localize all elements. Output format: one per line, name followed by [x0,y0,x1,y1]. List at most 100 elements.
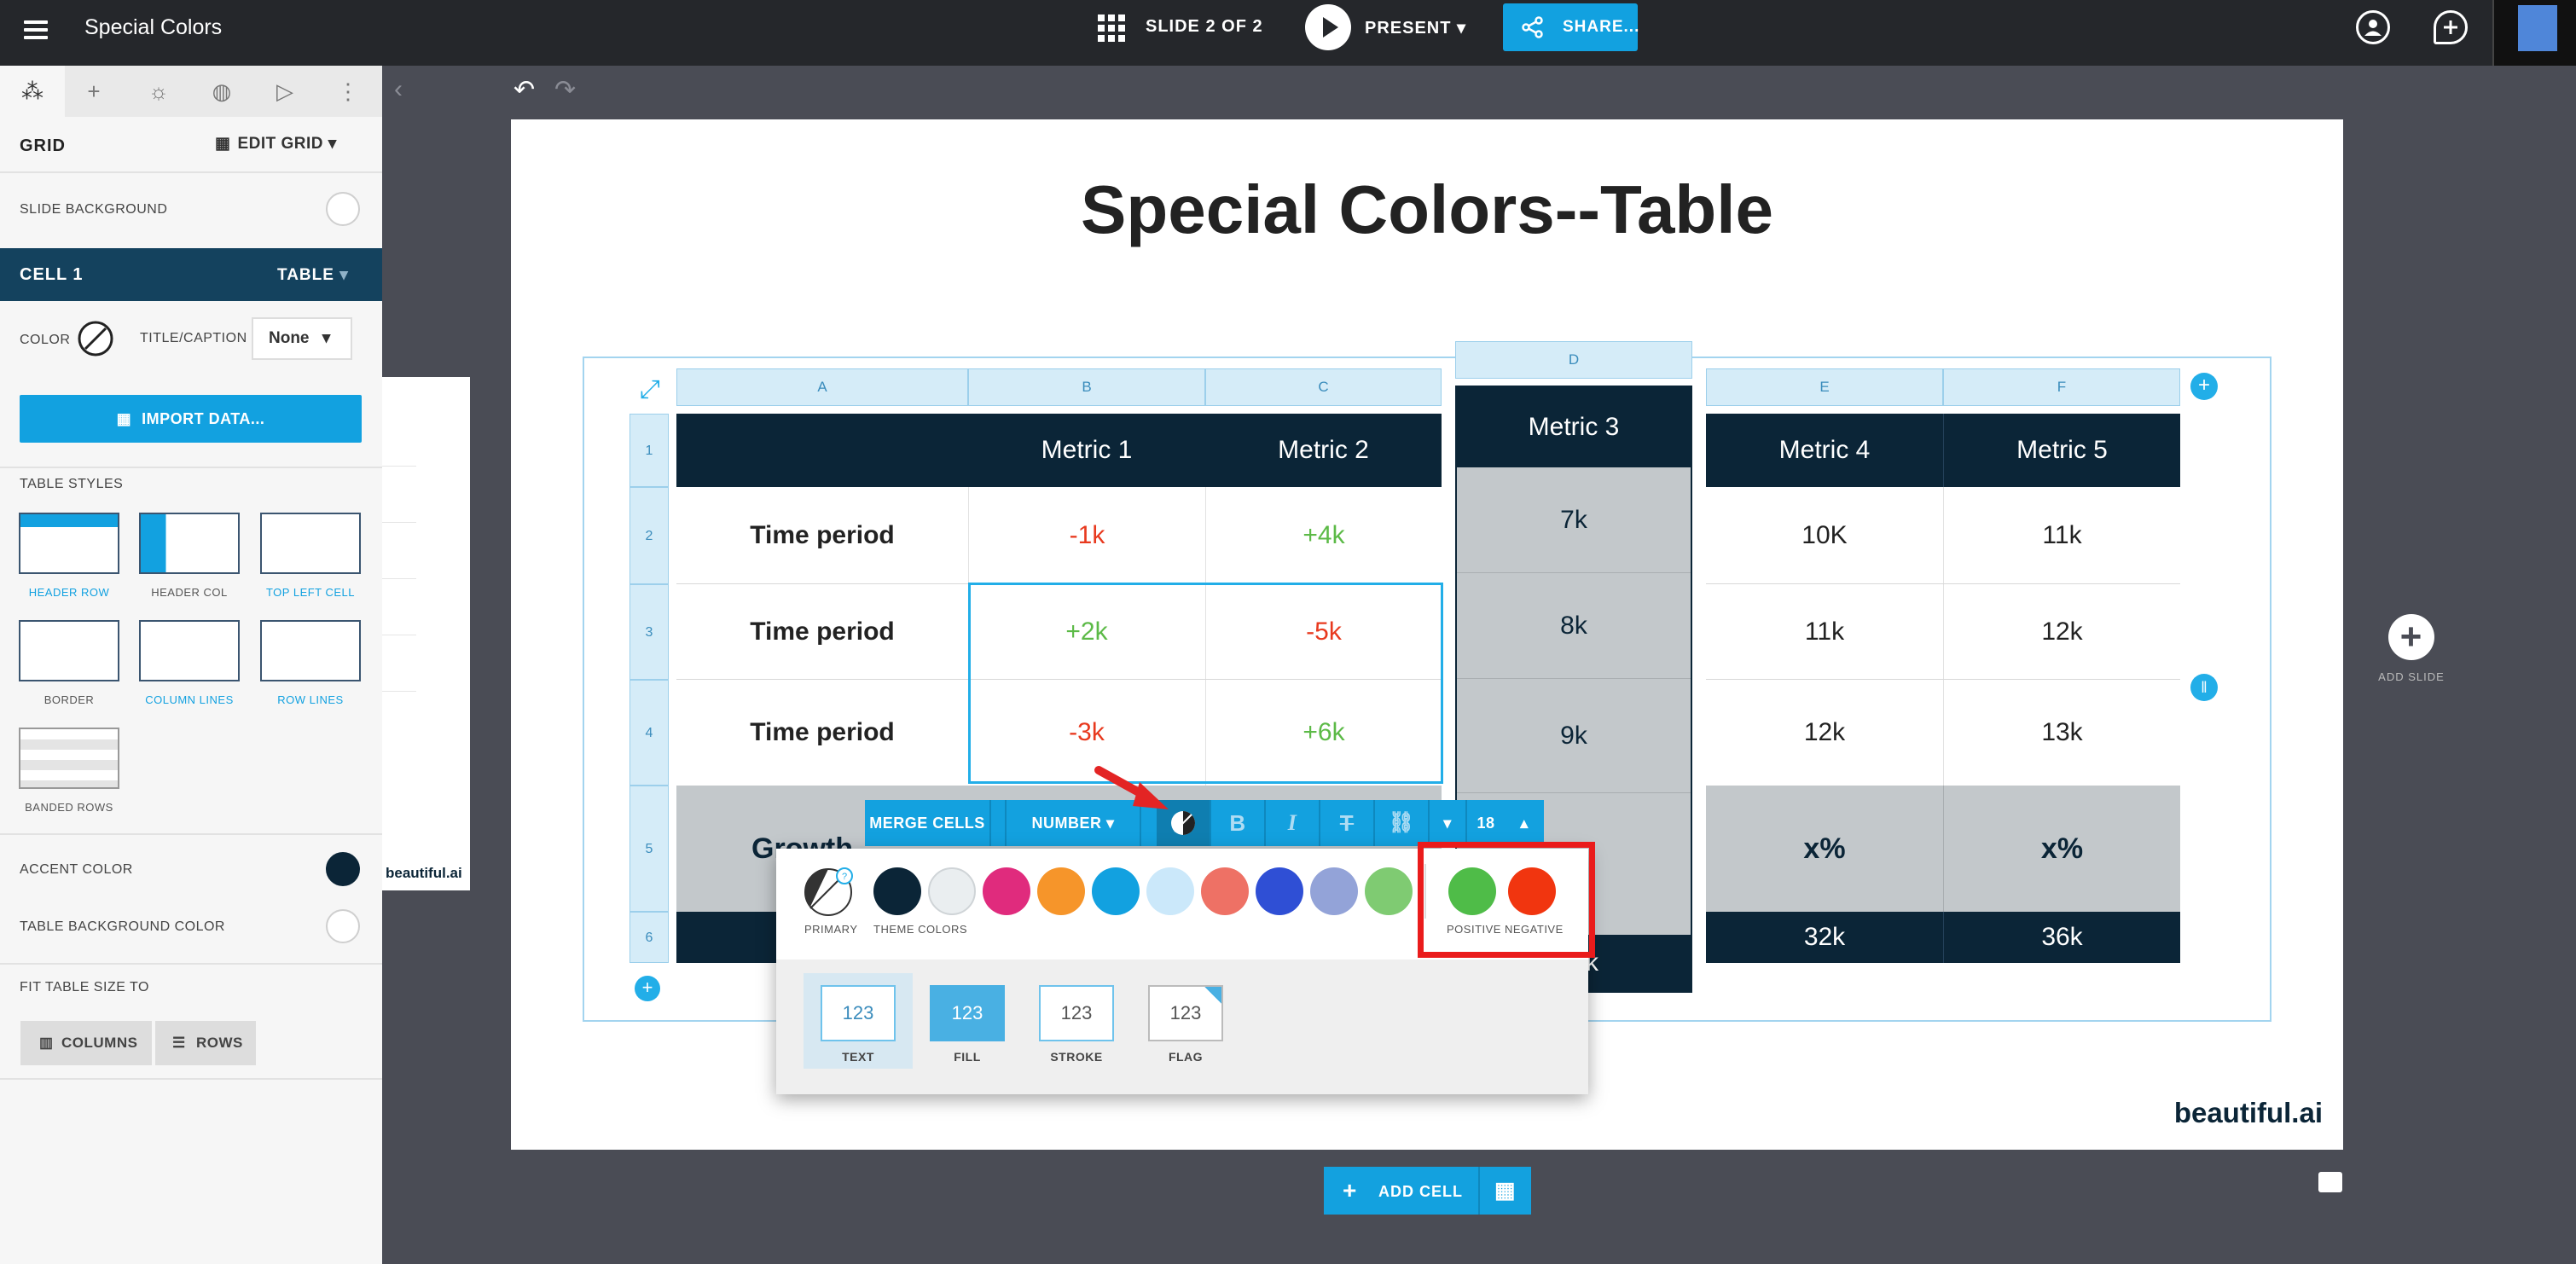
font-size-decrease[interactable]: ▾ [1430,800,1467,846]
avatar[interactable] [2492,0,2576,66]
table-cell[interactable]: +4k [1205,487,1442,584]
table-cell[interactable]: 10K [1706,487,1943,584]
italic-button[interactable]: I [1266,800,1320,846]
bold-button[interactable]: B [1211,800,1266,846]
slide-title[interactable]: Special Colors--Table [511,171,2343,249]
tab-add-icon[interactable]: + [61,66,126,117]
link-icon[interactable]: ⛓ [1375,800,1430,846]
presentation-title[interactable]: Special Colors [84,15,222,40]
color-swatch[interactable] [1310,867,1358,915]
table-background-swatch[interactable] [326,909,360,943]
font-size-increase[interactable]: ▴ [1505,800,1544,846]
table-cell[interactable]: 13k [1943,680,2180,786]
tab-animation-icon[interactable]: ▷ [252,66,317,117]
column-header-c[interactable]: C [1205,368,1442,406]
style-border[interactable] [19,620,119,681]
style-row-lines[interactable] [260,620,361,681]
header-cell[interactable]: Metric 5 [1943,414,2180,487]
column-header-e[interactable]: E [1706,368,1943,406]
collapse-chevron-icon[interactable]: ‹ [394,75,403,104]
mode-stroke-button[interactable]: 123 [1039,985,1114,1041]
color-swatch[interactable] [1092,867,1140,915]
present-button[interactable]: PRESENT ▾ [1365,17,1466,38]
column-header-d[interactable]: D [1455,341,1692,379]
table-cell[interactable]: 12k [1706,680,1943,786]
table-cell[interactable]: x% [1706,786,1943,912]
font-size-value[interactable]: 18 [1467,800,1505,846]
table-cell[interactable]: 32k [1706,912,1943,963]
fit-rows-button[interactable]: ☰ ROWS [155,1021,256,1065]
expand-icon[interactable]: ⤢ [640,375,660,404]
row-header-6[interactable]: 6 [629,912,669,963]
theme-color-swatch[interactable] [873,867,921,915]
row-label[interactable]: Time period [676,584,968,680]
header-cell[interactable]: Metric 2 [1205,414,1442,487]
row-header-4[interactable]: 4 [629,680,669,786]
user-profile-icon[interactable] [2356,10,2390,44]
row-header-3[interactable]: 3 [629,584,669,680]
table-cell[interactable]: x% [1943,786,2180,912]
color-swatch[interactable] [983,867,1030,915]
table-cell[interactable]: 36k [1943,912,2180,963]
column-header-b[interactable]: B [968,368,1205,406]
style-header-row[interactable] [19,513,119,574]
redo-icon[interactable]: ↷ [554,75,576,105]
row-header-2[interactable]: 2 [629,487,669,584]
mode-flag-button[interactable]: 123 [1148,985,1223,1041]
add-cell-button[interactable]: + ADD CELL ▦ [1324,1167,1531,1215]
play-icon[interactable] [1305,4,1351,50]
mode-text-button[interactable]: 123 [821,985,896,1041]
header-cell[interactable]: Metric 1 [968,414,1205,487]
header-cell[interactable]: Metric 4 [1706,414,1943,487]
cell-type-dropdown[interactable]: TABLE ▾ [277,265,349,285]
cell-selector-bar[interactable]: CELL 1 TABLE ▾ [0,248,382,301]
table-cell[interactable]: -1k [968,487,1205,584]
style-header-col[interactable] [139,513,240,574]
row-header-5[interactable]: 5 [629,786,669,912]
style-banded-rows[interactable] [19,728,119,789]
tab-ideas-icon[interactable]: ☼ [126,66,191,117]
add-slide-button[interactable]: + ADD SLIDE [2373,614,2450,683]
undo-icon[interactable]: ↶ [513,75,535,105]
color-swatch[interactable] [1201,867,1249,915]
fit-columns-button[interactable]: ▥ COLUMNS [20,1021,152,1065]
slide-thumbnail[interactable]: beautiful.ai [382,377,470,890]
import-data-button[interactable]: ▦ IMPORT DATA... [20,395,362,443]
style-top-left-cell[interactable] [260,513,361,574]
merge-cells-button[interactable]: MERGE CELLS [865,800,991,846]
grid-layout-icon[interactable]: ▦ [1494,1177,1517,1203]
column-header-f[interactable]: F [1943,368,2180,406]
table-cell[interactable]: 11k [1706,584,1943,680]
add-column-button[interactable]: + [2190,373,2218,400]
notes-icon[interactable] [2318,1172,2342,1192]
auto-color-icon[interactable] [77,320,114,357]
strikethrough-button[interactable]: T [1320,800,1375,846]
edit-grid-button[interactable]: ▦ EDIT GRID ▾ [215,134,337,154]
style-column-lines[interactable] [139,620,240,681]
tab-more-icon[interactable]: ⋮ [316,66,380,117]
row-label[interactable]: Time period [676,680,968,786]
table-cell[interactable]: 9k [1457,679,1691,793]
table-cell[interactable]: 12k [1943,584,2180,680]
tab-layout-icon[interactable]: ⁂ [0,66,65,117]
primary-color-swatch[interactable]: ? [804,867,853,917]
accent-color-swatch[interactable] [326,852,360,886]
header-cell[interactable]: Metric 3 [1457,387,1691,467]
theme-color-swatch[interactable] [928,867,976,915]
color-swatch[interactable] [1146,867,1194,915]
column-resize-handle[interactable]: ‖ [2190,674,2218,701]
table-cell[interactable]: 7k [1457,467,1691,573]
color-swatch[interactable] [1256,867,1303,915]
share-button[interactable]: SHARE... [1503,3,1639,51]
slide-background-swatch[interactable] [326,192,360,226]
mode-fill-button[interactable]: 123 [930,985,1005,1041]
menu-icon[interactable] [24,20,48,39]
row-label[interactable]: Time period [676,487,968,584]
color-swatch[interactable] [1037,867,1085,915]
table-cell[interactable]: 11k [1943,487,2180,584]
add-comment-icon[interactable] [2434,10,2468,44]
title-caption-dropdown[interactable]: None ▾ [252,317,352,360]
add-row-button[interactable]: + [635,976,660,1001]
tab-theme-palette-icon[interactable]: ◍ [189,66,254,117]
table-cell[interactable]: 8k [1457,573,1691,679]
